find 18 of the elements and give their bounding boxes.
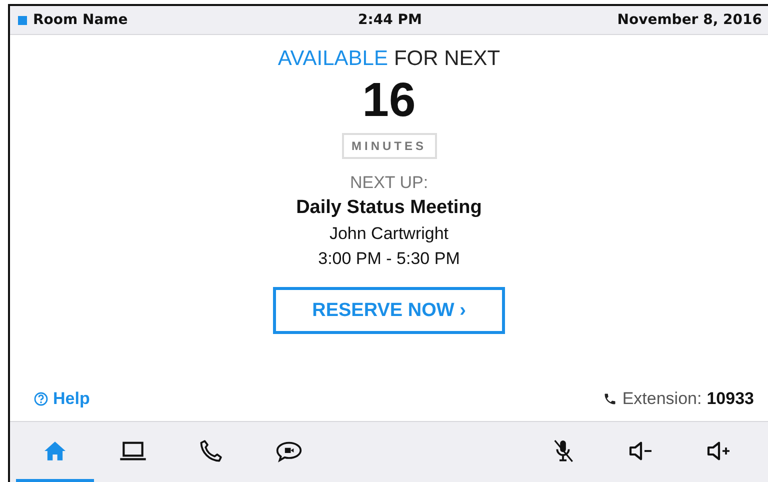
meeting-time: 3:00 PM - 5:30 PM: [318, 249, 460, 269]
meeting-title: Daily Status Meeting: [296, 197, 482, 219]
minutes-label: MINUTES: [342, 133, 436, 159]
phone-icon: [603, 392, 618, 406]
availability-status: AVAILABLE: [278, 47, 388, 71]
minutes-count: 16: [362, 77, 416, 125]
next-up-label: NEXT UP:: [350, 173, 428, 193]
room-status-square-icon: [18, 16, 27, 24]
help-link[interactable]: Help: [53, 389, 90, 409]
current-time: 2:44 PM: [357, 12, 423, 28]
help-icon: [34, 392, 48, 406]
room-name: Room Name: [33, 12, 128, 28]
reserve-now-button[interactable]: RESERVE NOW ›: [273, 287, 505, 334]
meeting-organizer: John Cartwright: [329, 224, 449, 244]
extension-number: 10933: [706, 389, 754, 409]
current-date: November 8, 2016: [616, 12, 762, 28]
availability-label: FOR NEXT: [394, 47, 500, 71]
extension-label: Extension:: [622, 389, 702, 409]
